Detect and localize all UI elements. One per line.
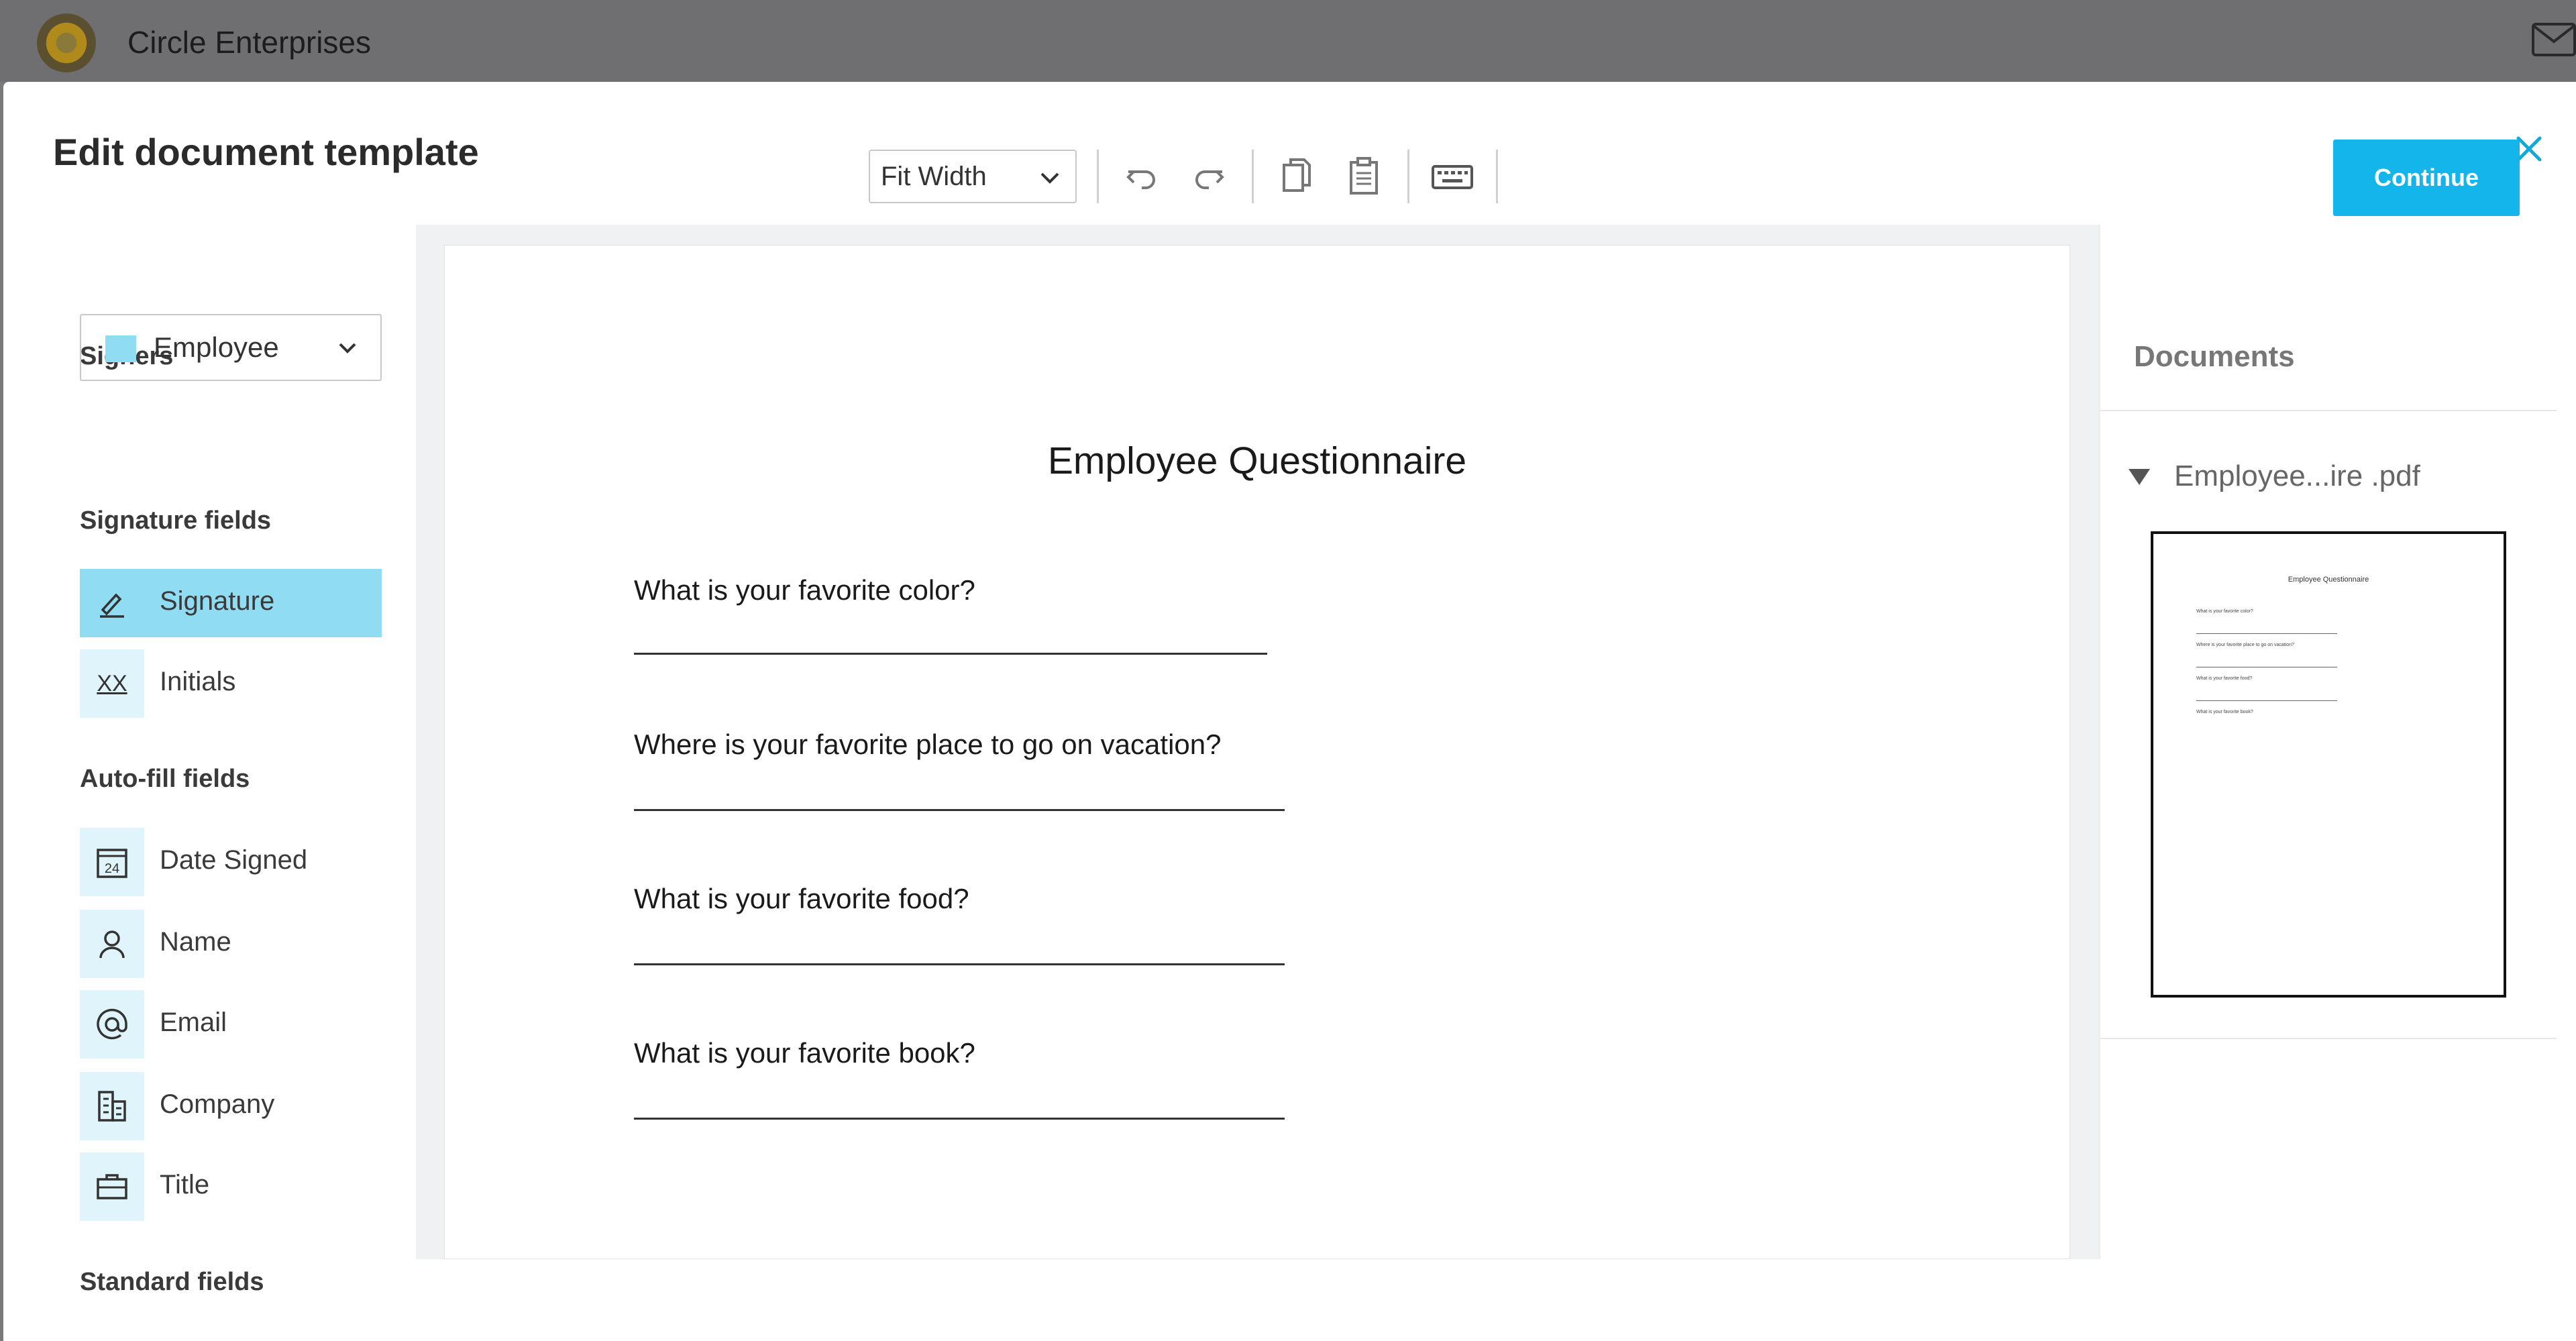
thumbnail-question: Where is your favorite place to go on va… <box>2196 643 2294 647</box>
initials-icon: XX <box>80 649 144 718</box>
chevron-down-icon <box>1040 172 1059 184</box>
initials-field[interactable]: XX Initials <box>80 649 382 718</box>
app-header: Circle Enterprises <box>0 0 2576 82</box>
signature-field-label: Signature <box>160 586 275 616</box>
thumbnail-question: What is your favorite color? <box>2196 609 2253 614</box>
thumbnail-question: What is your favorite book? <box>2196 710 2253 714</box>
toolbar-divider <box>1252 150 1254 203</box>
signer-name: Employee <box>154 331 279 363</box>
document-title: Employee Questionnaire <box>1047 439 1467 482</box>
documents-title: Documents <box>2134 340 2295 373</box>
document-file-item[interactable]: Employee...ire .pdf <box>2127 456 2420 496</box>
question-text: What is your favorite book? <box>634 1037 975 1069</box>
question-text: What is your favorite color? <box>634 574 975 606</box>
thumbnail-title: Employee Questionnaire <box>2288 576 2369 584</box>
answer-line <box>634 653 1267 655</box>
company-name: Circle Enterprises <box>127 25 371 60</box>
company-logo <box>37 13 96 72</box>
answer-line <box>634 963 1285 965</box>
title-field-label: Title <box>160 1170 210 1199</box>
answer-line <box>634 809 1285 811</box>
email-field-label: Email <box>160 1008 227 1037</box>
signature-fields-label: Signature fields <box>80 506 272 535</box>
name-field-label: Name <box>160 927 231 957</box>
thumbnail-line <box>2196 633 2337 634</box>
thumbnail-line <box>2196 700 2337 701</box>
modal-title: Edit document template <box>53 131 479 173</box>
chevron-down-icon <box>339 343 356 354</box>
mail-icon[interactable] <box>2529 20 2576 60</box>
divider <box>2100 1038 2557 1039</box>
document-canvas[interactable]: Employee Questionnaire What is your favo… <box>416 225 2098 1259</box>
keyboard-icon[interactable] <box>1429 153 1476 200</box>
initials-field-label: Initials <box>160 667 236 696</box>
question-text: Where is your favorite place to go on va… <box>634 729 1222 760</box>
company-field-label: Company <box>160 1089 275 1119</box>
divider <box>2100 410 2557 411</box>
zoom-value: Fit Width <box>881 162 987 191</box>
title-field[interactable]: Title <box>80 1152 382 1221</box>
company-field[interactable]: Company <box>80 1072 382 1140</box>
signer-color-swatch <box>105 335 136 362</box>
answer-line <box>634 1118 1285 1120</box>
triangle-down-icon[interactable] <box>2127 466 2151 486</box>
autofill-fields-label: Auto-fill fields <box>80 765 250 793</box>
person-icon <box>80 910 144 978</box>
toolbar-divider <box>1407 150 1409 203</box>
email-field[interactable]: Email <box>80 990 382 1059</box>
documents-panel: Documents Employee...ire .pdf Employee Q… <box>2098 225 2573 1259</box>
redo-icon[interactable] <box>1185 153 1232 200</box>
signer-select[interactable]: Employee <box>80 314 382 381</box>
zoom-select[interactable]: Fit Width <box>869 150 1077 203</box>
document-thumbnail[interactable]: Employee Questionnaire What is your favo… <box>2151 531 2506 998</box>
question-text: What is your favorite food? <box>634 883 969 914</box>
toolbar-divider <box>1097 150 1099 203</box>
signature-field[interactable]: Signature <box>80 569 382 637</box>
standard-fields-label: Standard fields <box>80 1268 264 1296</box>
copy-icon[interactable] <box>1273 153 1320 200</box>
at-sign-icon <box>80 990 144 1059</box>
paste-icon[interactable] <box>1340 153 1387 200</box>
date-signed-field[interactable]: 24 Date Signed <box>80 828 382 896</box>
date-signed-label: Date Signed <box>160 845 308 875</box>
briefcase-icon <box>80 1152 144 1221</box>
undo-icon[interactable] <box>1119 153 1166 200</box>
toolbar-divider <box>1496 150 1498 203</box>
document-file-name: Employee...ire .pdf <box>2174 460 2420 492</box>
building-icon <box>80 1072 144 1140</box>
pen-icon <box>80 569 144 637</box>
document-page[interactable]: Employee Questionnaire What is your favo… <box>444 245 2070 1259</box>
continue-button[interactable]: Continue <box>2333 140 2520 216</box>
svg-text:24: 24 <box>105 861 119 876</box>
thumbnail-question: What is your favorite food? <box>2196 676 2253 681</box>
calendar-icon: 24 <box>80 828 144 896</box>
name-field[interactable]: Name <box>80 910 382 978</box>
